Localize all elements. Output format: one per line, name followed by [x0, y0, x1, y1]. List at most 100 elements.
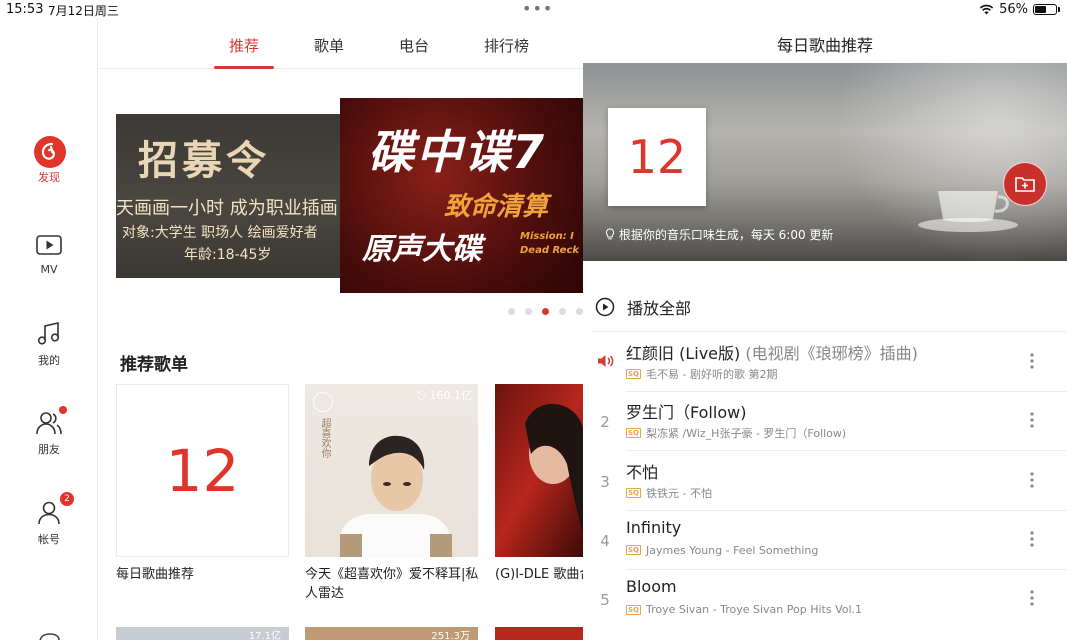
banner-line: 原声大碟	[362, 232, 482, 267]
song-title-text: Bloom	[626, 577, 677, 597]
song-artist-album: 毛不易 - 剧好听的歌 第2期	[646, 368, 778, 381]
more-options-icon[interactable]	[1023, 409, 1041, 431]
more-options-icon[interactable]	[1023, 350, 1041, 372]
song-title-text: 不怕	[626, 462, 659, 482]
play-count: 251.3万	[431, 631, 470, 640]
song-row[interactable]: 5 Bloom SQ Troye Sivan - Troye Sivan Pop Hi…	[583, 569, 1067, 628]
sidebar-item-account[interactable]: 2 帐号	[0, 492, 98, 547]
more-options-icon[interactable]	[1023, 528, 1041, 550]
playlist-card-partial[interactable]: 17.1亿	[116, 627, 289, 640]
daily-recommend-panel: 每日歌曲推荐 12 根据你的音乐口味生成，每天 6:00 更新 播放全部 红颜旧…	[583, 18, 1067, 640]
more-options-icon[interactable]	[1023, 469, 1041, 491]
sq-badge: SQ	[626, 604, 641, 615]
battery-percent: 56%	[999, 2, 1028, 17]
pager-dot[interactable]	[508, 308, 515, 315]
sidebar-item-friends[interactable]: 朋友	[0, 406, 98, 457]
section-title: 推荐歌单	[120, 355, 188, 375]
status-time: 15:53	[6, 2, 44, 17]
song-index: 5	[600, 591, 610, 610]
playlist-caption[interactable]: 每日歌曲推荐	[116, 565, 292, 584]
playlist-caption[interactable]: 今天《超喜欢你》爱不释耳|私人雷达	[305, 565, 481, 603]
lightbulb-icon	[605, 228, 615, 240]
banner-title: 招募令	[138, 137, 270, 184]
banner-pager[interactable]	[508, 308, 583, 315]
playlist-card-gidle[interactable]	[495, 384, 583, 557]
sidebar-label: 帐号	[38, 533, 60, 546]
sq-badge: SQ	[626, 545, 641, 556]
play-all-button[interactable]: 播放全部	[595, 295, 691, 319]
song-row[interactable]: 红颜旧 (Live版) (电视剧《琅琊榜》插曲) SQ 毛不易 - 剧好听的歌 第2…	[583, 332, 1067, 391]
daily-hero: 12 根据你的音乐口味生成，每天 6:00 更新	[583, 63, 1067, 261]
tab-radio[interactable]: 电台	[399, 35, 429, 56]
account-icon: 2	[34, 492, 74, 528]
song-artist-album: Troye Sivan - Troye Sivan Pop Hits Vol.1	[646, 603, 863, 617]
banner-english: Mission: I Dead Reck	[520, 231, 580, 256]
back-icon[interactable]	[36, 628, 62, 640]
song-title-text: Infinity	[626, 517, 682, 537]
tab-playlists[interactable]: 歌单	[314, 35, 344, 56]
song-row[interactable]: 2 罗生门（Follow) SQ 梨冻紧 /Wiz_H张子豪 - 罗生门（Follow…	[583, 391, 1067, 450]
song-title: 红颜旧 (Live版) (电视剧《琅琊榜》插曲)	[626, 340, 918, 364]
song-title: Bloom	[626, 577, 677, 596]
song-subtitle: SQ 铁铁元 - 不怕	[626, 485, 712, 501]
banner-line: 对象:大学生 职场人 绘画爱好者	[122, 225, 318, 241]
song-subtitle: SQ 毛不易 - 剧好听的歌 第2期	[626, 366, 777, 382]
playlist-card-partial[interactable]: 251.3万	[305, 627, 478, 640]
song-row[interactable]: 3 不怕 SQ 铁铁元 - 不怕	[583, 451, 1067, 510]
sidebar-item-mine[interactable]: 我的	[0, 319, 98, 368]
pager-dot[interactable]	[525, 308, 532, 315]
playlist-caption[interactable]: (G)I-DLE 歌曲合	[495, 565, 583, 584]
date-calendar: 12	[608, 108, 706, 206]
panel-title: 每日歌曲推荐	[776, 36, 873, 55]
sidebar-label: 发现	[38, 171, 60, 184]
sq-badge: SQ	[626, 369, 641, 379]
cover-portrait	[340, 435, 452, 557]
tab-recommend[interactable]: 推荐	[229, 35, 259, 56]
cover-portrait	[525, 403, 583, 534]
play-all-label: 播放全部	[627, 299, 692, 318]
netease-logo-icon	[34, 136, 66, 168]
playlist-card-daily[interactable]: 12	[116, 384, 289, 557]
add-to-folder-button[interactable]	[1003, 162, 1047, 206]
pager-dot-active[interactable]	[542, 308, 549, 315]
song-title-text: 红颜旧 (Live版)	[626, 344, 741, 363]
play-circle-icon	[595, 297, 615, 317]
sidebar-label: MV	[40, 263, 58, 276]
tab-charts[interactable]: 排行榜	[484, 35, 529, 56]
song-index: 4	[600, 531, 610, 550]
sq-badge: SQ	[626, 487, 641, 498]
song-subtitle: SQ Jaymes Young - Feel Something	[626, 544, 818, 557]
sidebar-label: 朋友	[38, 443, 60, 456]
banner-title: 碟中谍7	[368, 125, 547, 179]
song-title: Infinity	[626, 518, 681, 537]
song-artist-album: 梨冻紧 /Wiz_H张子豪 - 罗生门（Follow)	[646, 427, 847, 441]
folder-plus-icon	[1015, 177, 1035, 192]
song-title: 不怕	[626, 459, 658, 483]
wifi-icon	[979, 4, 994, 15]
sidebar-item-mv[interactable]: MV	[0, 230, 98, 276]
status-date: 7月12日周三	[48, 4, 119, 18]
music-note-icon	[34, 319, 64, 349]
banner-recruit[interactable]: 招募令 天画画一小时 成为职业插画 对象:大学生 职场人 绘画爱好者 年龄:18…	[116, 114, 341, 278]
playlist-card-radar[interactable]: ⎋ 160.1亿 超喜欢你	[305, 384, 478, 557]
sidebar-item-discover[interactable]: 发现	[0, 136, 98, 185]
song-index: 3	[600, 472, 610, 491]
video-play-icon	[34, 230, 64, 260]
speaker-playing-icon	[598, 355, 614, 367]
song-title: 罗生门（Follow)	[626, 399, 746, 423]
more-options-icon[interactable]	[1023, 587, 1041, 609]
song-artist-album: 铁铁元 - 不怕	[646, 486, 712, 500]
friends-icon	[34, 406, 67, 438]
active-tab-indicator	[214, 66, 274, 69]
song-subtitle: SQ 梨冻紧 /Wiz_H张子豪 - 罗生门（Follow)	[626, 425, 846, 441]
song-artist-album: Jaymes Young - Feel Something	[646, 543, 819, 557]
multitask-dots-icon[interactable]: •••	[522, 1, 553, 17]
song-index: 2	[600, 413, 610, 432]
sq-badge: SQ	[626, 428, 641, 439]
date-number: 12	[627, 130, 687, 184]
song-row[interactable]: 4 Infinity SQ Jaymes Young - Feel Something	[583, 510, 1067, 569]
pager-dot[interactable]	[576, 308, 583, 315]
playlist-card-partial[interactable]	[495, 627, 583, 640]
banner-soundtrack[interactable]: 碟中谍7 致命清算 原声大碟 Mission: I Dead Reck	[340, 98, 583, 293]
pager-dot[interactable]	[559, 308, 566, 315]
